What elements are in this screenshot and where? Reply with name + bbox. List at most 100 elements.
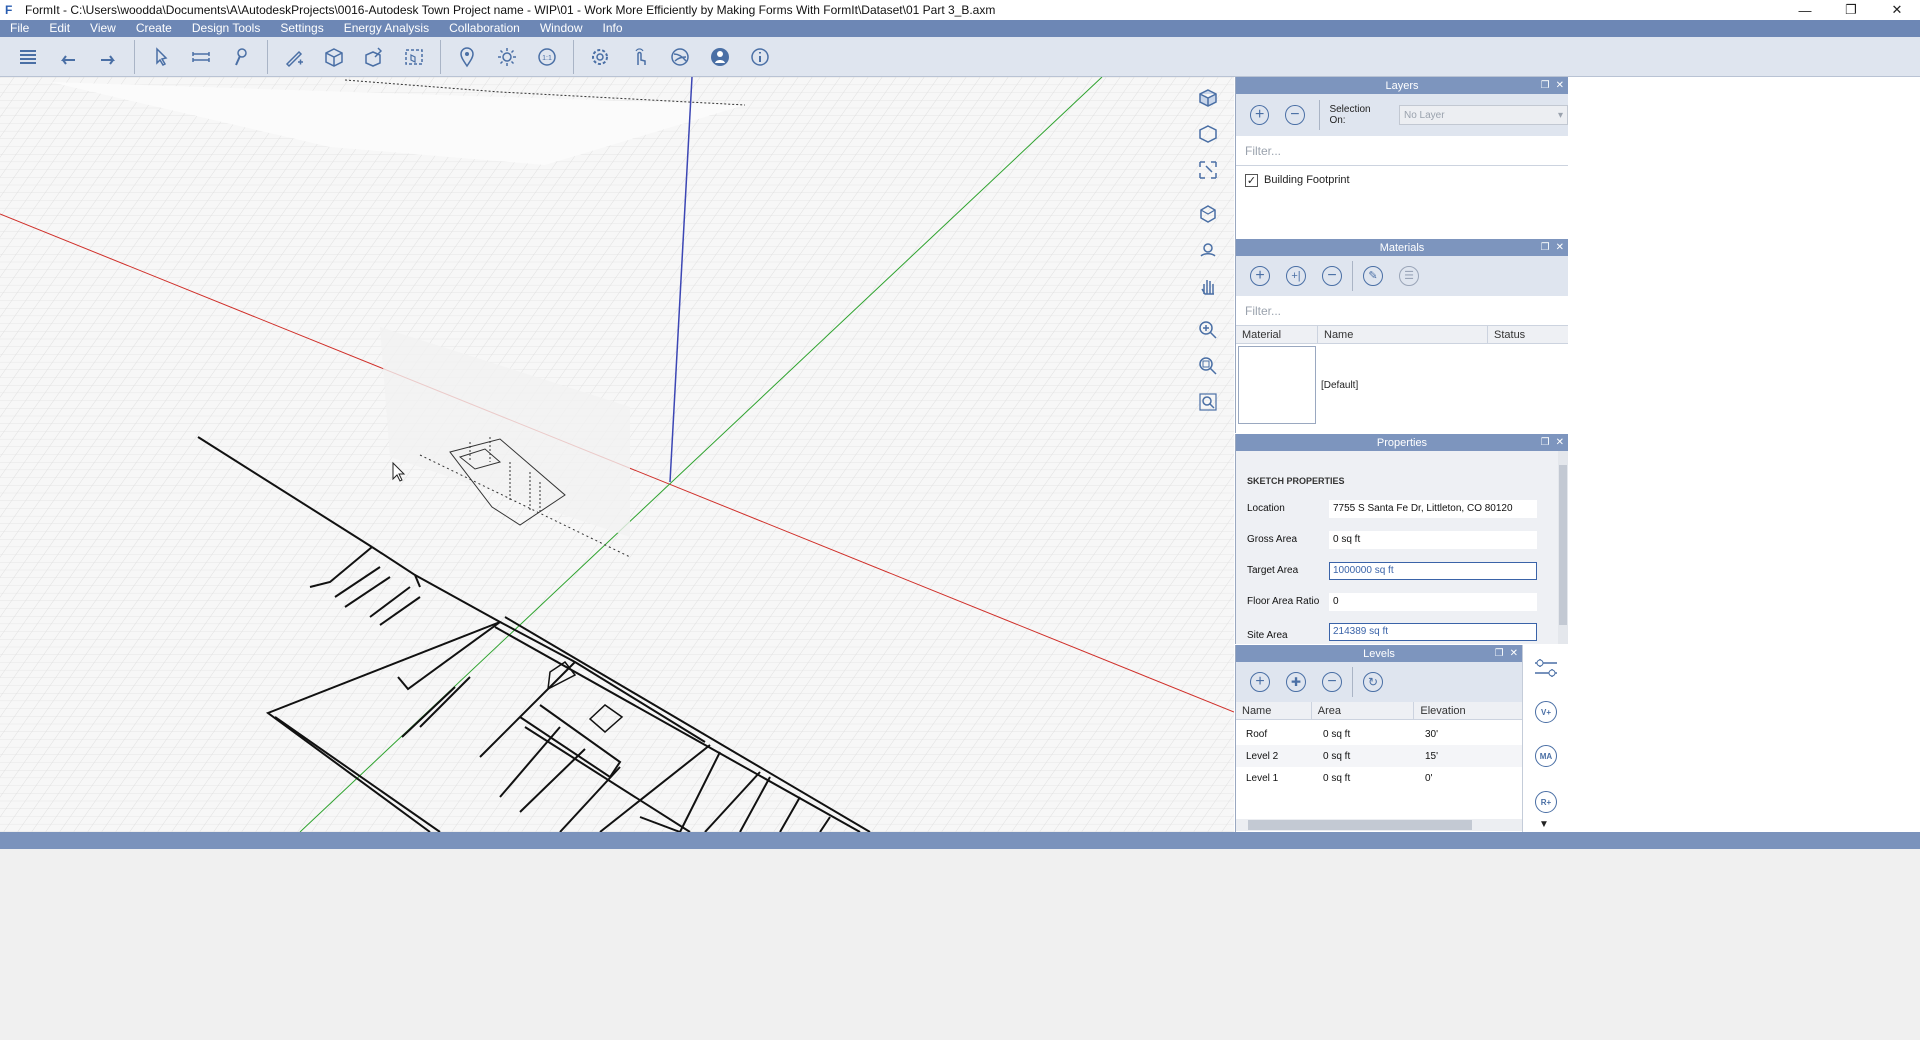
levels-hscrollbar[interactable]: [1236, 819, 1522, 831]
redo-icon[interactable]: [88, 39, 128, 75]
menu-window[interactable]: Window: [530, 20, 593, 37]
scrollbar-thumb[interactable]: [1248, 820, 1472, 830]
layers-filter-input[interactable]: Filter...: [1236, 136, 1568, 166]
materials-filter-input[interactable]: Filter...: [1236, 296, 1568, 326]
layer-item-label: Building Footprint: [1264, 174, 1350, 186]
minimize-icon[interactable]: —: [1782, 0, 1828, 20]
undock-icon[interactable]: ❐: [1541, 242, 1550, 253]
level-name: Level 1: [1246, 772, 1279, 784]
level-row[interactable]: Level 2 0 sq ft 15': [1236, 745, 1522, 767]
site-area-field[interactable]: 214389 sq ft: [1329, 623, 1537, 641]
cube-icon[interactable]: [314, 39, 354, 75]
paint-icon[interactable]: [221, 39, 261, 75]
menu-view[interactable]: View: [80, 20, 126, 37]
pan-hand-icon[interactable]: [1192, 270, 1224, 302]
col-area[interactable]: Area: [1312, 702, 1415, 719]
touch-icon[interactable]: [620, 39, 660, 75]
undock-icon[interactable]: ❐: [1541, 437, 1550, 448]
location-field[interactable]: 7755 S Santa Fe Dr, Littleton, CO 80120: [1329, 499, 1537, 518]
zoom-window-icon[interactable]: [1192, 350, 1224, 382]
list-icon[interactable]: [8, 39, 48, 75]
remove-level-button[interactable]: −: [1322, 672, 1342, 692]
sketch-icon[interactable]: [274, 39, 314, 75]
v-plus-button[interactable]: V+: [1535, 701, 1557, 723]
level-elevation[interactable]: 30': [1415, 729, 1515, 740]
tools-icon[interactable]: [354, 39, 394, 75]
eyedropper-button[interactable]: ✎: [1363, 266, 1383, 286]
remove-layer-button[interactable]: −: [1285, 105, 1305, 125]
look-around-icon[interactable]: [1192, 234, 1224, 266]
material-row[interactable]: [Default]: [1236, 344, 1568, 426]
col-name[interactable]: Name: [1318, 326, 1488, 343]
level-row[interactable]: Roof 0 sq ft 30': [1236, 723, 1522, 745]
menu-energy-analysis[interactable]: Energy Analysis: [334, 20, 439, 37]
sun-icon[interactable]: [487, 39, 527, 75]
material-settings-button[interactable]: ☰: [1399, 266, 1419, 286]
select-icon[interactable]: [141, 39, 181, 75]
levels-header: Levels ❐ ✕: [1236, 645, 1522, 662]
menu-file[interactable]: File: [0, 20, 39, 37]
col-elevation[interactable]: Elevation: [1414, 702, 1522, 719]
chevron-down-icon[interactable]: ▼: [1539, 819, 1549, 830]
share-icon[interactable]: [660, 39, 700, 75]
col-name[interactable]: Name: [1236, 702, 1312, 719]
undock-icon[interactable]: ❐: [1495, 648, 1504, 659]
level-elevation[interactable]: 15': [1415, 751, 1515, 762]
perspective-icon[interactable]: [1192, 118, 1224, 150]
close-icon[interactable]: ✕: [1874, 0, 1920, 20]
close-icon[interactable]: ✕: [1510, 648, 1518, 659]
zoom-extents-icon[interactable]: [1192, 386, 1224, 418]
scale-icon[interactable]: 1:1: [527, 39, 567, 75]
undo-icon[interactable]: [48, 39, 88, 75]
level-row[interactable]: Level 1 0 sq ft 0': [1236, 767, 1522, 789]
info-icon[interactable]: [740, 39, 780, 75]
menu-edit[interactable]: Edit: [39, 20, 80, 37]
zoom-icon[interactable]: [1192, 314, 1224, 346]
undock-icon[interactable]: ❐: [1541, 80, 1550, 91]
close-icon[interactable]: ✕: [1556, 437, 1564, 448]
r-plus-button[interactable]: R+: [1535, 791, 1557, 813]
menu-info[interactable]: Info: [593, 20, 633, 37]
refresh-levels-button[interactable]: ↻: [1363, 672, 1383, 692]
material-swatch[interactable]: [1238, 346, 1316, 424]
properties-scrollbar[interactable]: [1558, 451, 1568, 644]
levels-panel: Levels ❐ ✕ + ✚ − ↻ Name Area Elevation Ro…: [1235, 645, 1522, 832]
prop-label: Gross Area: [1247, 534, 1298, 545]
scene-canvas[interactable]: [0, 77, 1234, 832]
add-material-library-button[interactable]: +|: [1286, 266, 1306, 286]
add-multiple-levels-button[interactable]: ✚: [1286, 672, 1306, 692]
layer-item[interactable]: ✓ Building Footprint: [1236, 166, 1568, 194]
settings-icon[interactable]: [580, 39, 620, 75]
add-layer-button[interactable]: +: [1250, 105, 1270, 125]
close-icon[interactable]: ✕: [1556, 80, 1564, 91]
group-icon[interactable]: [394, 39, 434, 75]
frame-select-icon[interactable]: [1192, 154, 1224, 186]
menu-settings[interactable]: Settings: [270, 20, 333, 37]
3d-viewport[interactable]: [0, 77, 1234, 832]
orbit-icon[interactable]: [1192, 198, 1224, 230]
levels-list: Roof 0 sq ft 30' Level 2 0 sq ft 15' Lev…: [1236, 720, 1522, 789]
add-level-button[interactable]: +: [1250, 672, 1270, 692]
layer-checkbox[interactable]: ✓: [1245, 173, 1258, 187]
layer-selection-dropdown[interactable]: No Layer ▾: [1398, 105, 1569, 125]
ma-button[interactable]: MA: [1535, 745, 1557, 767]
prop-site-area: Site Area 214389 sq ft: [1236, 617, 1568, 641]
target-area-field[interactable]: 1000000 sq ft: [1329, 561, 1537, 580]
close-icon[interactable]: ✕: [1556, 242, 1564, 253]
user-icon[interactable]: [700, 39, 740, 75]
level-stack-icon[interactable]: [1533, 655, 1559, 684]
add-material-button[interactable]: +: [1250, 266, 1270, 286]
location-icon[interactable]: [447, 39, 487, 75]
scrollbar-thumb[interactable]: [1559, 465, 1567, 625]
menu-collaboration[interactable]: Collaboration: [439, 20, 530, 37]
view-cube-icon[interactable]: [1192, 82, 1224, 114]
col-status[interactable]: Status: [1488, 326, 1568, 343]
dimension-icon[interactable]: [181, 39, 221, 75]
menu-create[interactable]: Create: [126, 20, 182, 37]
col-material[interactable]: Material: [1236, 326, 1318, 343]
menu-design-tools[interactable]: Design Tools: [182, 20, 270, 37]
main-toolbar: 1:1: [0, 37, 1920, 77]
level-elevation[interactable]: 0': [1415, 773, 1515, 784]
restore-icon[interactable]: ❐: [1828, 0, 1874, 20]
remove-material-button[interactable]: −: [1322, 266, 1342, 286]
